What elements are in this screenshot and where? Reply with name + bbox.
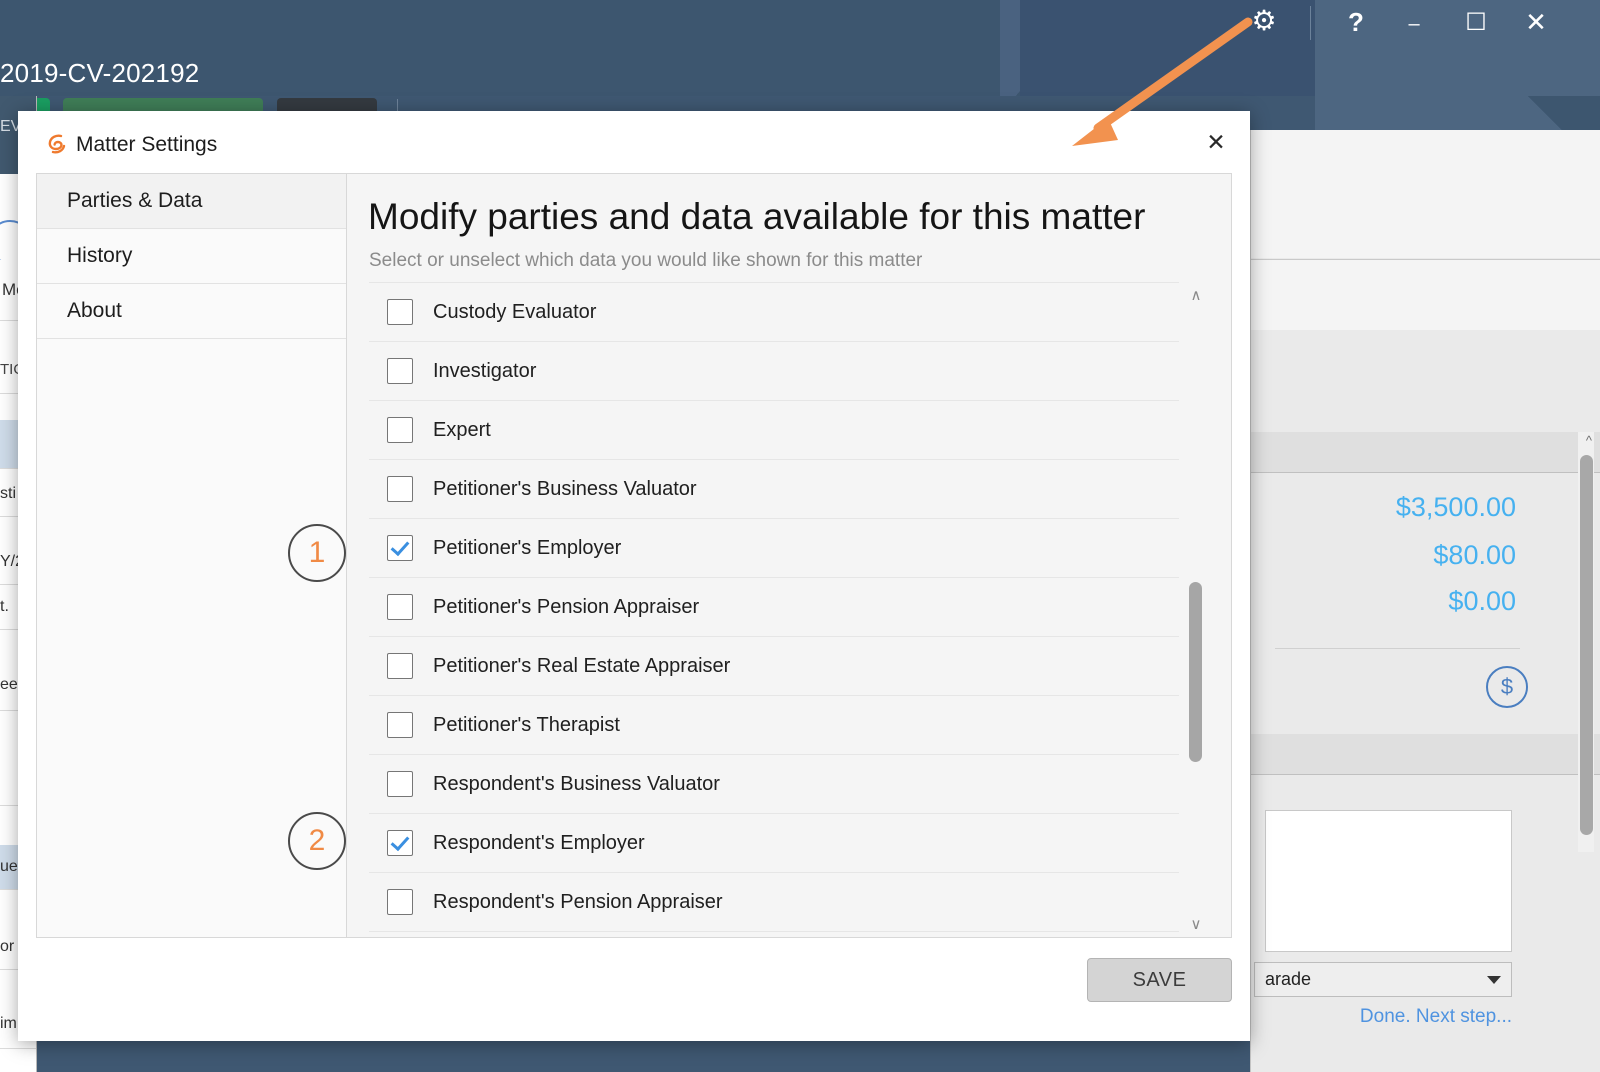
- dialog-main: Modify parties and data available for th…: [347, 174, 1231, 937]
- page-title: Modify parties and data available for th…: [368, 196, 1146, 237]
- scroll-up-icon[interactable]: ∧: [1183, 284, 1209, 306]
- parties-list-scrollbar[interactable]: ∧ ∨: [1183, 282, 1209, 937]
- table-row[interactable]: Petitioner's Real Estate Appraiser: [369, 636, 1179, 695]
- parties-list: Custody Evaluator Investigator Expert Pe…: [369, 282, 1179, 937]
- sidebar-item-label: Parties & Data: [67, 189, 203, 212]
- sidebar-item-parties-data[interactable]: Parties & Data: [37, 174, 346, 229]
- list-item-label: Expert: [433, 418, 491, 441]
- parties-list-wrapper: Custody Evaluator Investigator Expert Pe…: [369, 282, 1209, 937]
- notes-textarea[interactable]: [1265, 810, 1512, 952]
- sidebar-item-about[interactable]: About: [37, 284, 346, 339]
- list-item-label: Petitioner's Real Estate Appraiser: [433, 654, 731, 677]
- table-row[interactable]: Respondent's Pension Appraiser: [369, 872, 1179, 931]
- table-row[interactable]: [369, 931, 1179, 937]
- dialog-titlebar: Matter Settings ✕: [18, 111, 1250, 173]
- dropdown-value: arade: [1265, 969, 1312, 989]
- currency-icon[interactable]: $: [1486, 666, 1528, 708]
- checkbox-petitioners-business-valuator[interactable]: [387, 476, 413, 502]
- titlebar-divider: [1310, 6, 1311, 40]
- list-item-label: Petitioner's Pension Appraiser: [433, 595, 700, 618]
- checkbox-investigator[interactable]: [387, 358, 413, 384]
- matter-settings-dialog: Matter Settings ✕ Parties & Data History…: [18, 111, 1250, 1041]
- gear-icon[interactable]: ⚙: [1242, 0, 1286, 42]
- maximize-icon[interactable]: ☐: [1454, 0, 1498, 44]
- table-row[interactable]: Investigator: [369, 341, 1179, 400]
- checkbox-petitioners-pension-appraiser[interactable]: [387, 594, 413, 620]
- table-row[interactable]: Petitioner's Business Valuator: [369, 459, 1179, 518]
- table-row[interactable]: Custody Evaluator: [369, 282, 1179, 341]
- list-item-label: Respondent's Business Valuator: [433, 772, 720, 795]
- checkbox-expert[interactable]: [387, 417, 413, 443]
- dialog-footer: SAVE: [18, 938, 1250, 1041]
- amount-value: $0.00: [1448, 586, 1516, 616]
- save-button[interactable]: SAVE: [1087, 958, 1232, 1002]
- checkbox-petitioners-employer[interactable]: [387, 535, 413, 561]
- sidebar-item-label: About: [67, 299, 122, 322]
- category-dropdown[interactable]: arade: [1254, 962, 1512, 997]
- annotation-badge-2: 2: [288, 812, 346, 870]
- scrollbar-thumb[interactable]: [1580, 455, 1593, 835]
- screen: 2019-CV-202192 ⚙ ? – ☐ ✕ EV Me TIO sti Y…: [0, 0, 1600, 1072]
- table-row[interactable]: Petitioner's Pension Appraiser: [369, 577, 1179, 636]
- list-item-label: Investigator: [433, 359, 537, 382]
- page-subtitle: Select or unselect which data you would …: [369, 250, 923, 271]
- checkbox-petitioners-therapist[interactable]: [387, 712, 413, 738]
- amount-value: $80.00: [1433, 540, 1516, 570]
- right-panel-header-row: [1251, 734, 1600, 775]
- table-row[interactable]: Petitioner's Therapist: [369, 695, 1179, 754]
- right-panel-band: [1251, 259, 1600, 330]
- close-icon[interactable]: ✕: [1514, 0, 1558, 44]
- amount-value: $3,500.00: [1395, 492, 1516, 522]
- checkbox-respondents-pension-appraiser[interactable]: [387, 889, 413, 915]
- table-row[interactable]: Respondent's Employer: [369, 813, 1179, 872]
- scroll-down-icon[interactable]: ∨: [1183, 913, 1209, 935]
- dialog-close-icon[interactable]: ✕: [1197, 124, 1235, 160]
- help-icon[interactable]: ?: [1334, 0, 1378, 44]
- checkbox-respondents-business-valuator[interactable]: [387, 771, 413, 797]
- annotation-badge-1: 1: [288, 524, 346, 582]
- list-item-label: Petitioner's Business Valuator: [433, 477, 697, 500]
- table-row[interactable]: Respondent's Business Valuator: [369, 754, 1179, 813]
- scroll-up-icon[interactable]: ^: [1586, 434, 1592, 447]
- dialog-body: Parties & Data History About Modify part…: [36, 173, 1232, 938]
- case-number-label: 2019-CV-202192: [0, 58, 200, 88]
- table-row[interactable]: Petitioner's Employer: [369, 518, 1179, 577]
- sidebar-item-history[interactable]: History: [37, 229, 346, 284]
- right-panel-header-row: [1251, 432, 1600, 473]
- scrollbar-thumb[interactable]: [1189, 582, 1202, 762]
- checkbox-custody-evaluator[interactable]: [387, 299, 413, 325]
- chevron-down-icon: [1487, 975, 1501, 984]
- divider: [1275, 648, 1520, 649]
- right-panel-band: [1251, 130, 1600, 258]
- list-item-label: Petitioner's Therapist: [433, 713, 620, 736]
- list-item-label: Respondent's Pension Appraiser: [433, 890, 723, 913]
- checkbox-petitioners-real-estate-appraiser[interactable]: [387, 653, 413, 679]
- minimize-icon[interactable]: –: [1392, 2, 1436, 46]
- dialog-title: Matter Settings: [76, 133, 218, 156]
- app-logo-icon: [48, 134, 66, 154]
- next-step-link[interactable]: Done. Next step...: [1360, 1006, 1512, 1028]
- list-item-label: Petitioner's Employer: [433, 536, 622, 559]
- sidebar-item-label: History: [67, 244, 133, 267]
- table-row[interactable]: Expert: [369, 400, 1179, 459]
- list-item-label: Custody Evaluator: [433, 300, 597, 323]
- checkbox-respondents-employer[interactable]: [387, 830, 413, 856]
- list-item-label: Respondent's Employer: [433, 831, 645, 854]
